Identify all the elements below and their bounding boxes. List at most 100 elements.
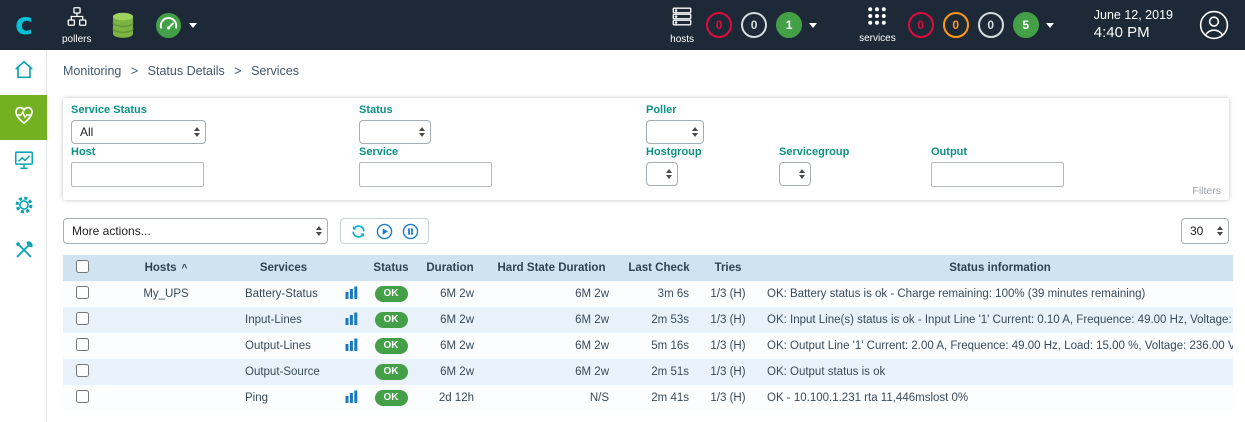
col-hosts[interactable]: Hosts^ [101,255,231,281]
host-status-counter[interactable]: 1 [776,12,802,38]
tries-cell: 1/3 (H) [699,281,757,307]
col-duration[interactable]: Duration [416,255,484,281]
host-name[interactable] [101,359,231,385]
host-status-counter[interactable]: 0 [741,12,767,38]
service-status-counter[interactable]: 0 [943,12,969,38]
filters-panel: Service Status All Status Poller Host Se… [63,98,1229,200]
output-label: Output [931,146,967,158]
status-select[interactable] [359,120,431,144]
services-menu[interactable]: services [859,6,896,44]
service-name[interactable]: Battery-Status [231,281,336,307]
host-input[interactable] [71,162,204,187]
row-checkbox[interactable] [76,338,89,351]
tries-cell: 1/3 (H) [699,333,757,359]
col-status-information[interactable]: Status information [757,255,1233,281]
page-size-value: 30 [1190,224,1203,238]
select-stepper-icon [1217,226,1223,236]
hard-state-duration-cell: N/S [484,385,619,411]
breadcrumb: Monitoring > Status Details > Services [63,64,1245,78]
duration-cell: 6M 2w [416,307,484,333]
sidebar [0,50,47,422]
service-status-counter[interactable]: 0 [908,12,934,38]
col-services[interactable]: Services [231,255,336,281]
hostgroup-select[interactable] [646,162,678,186]
breadcrumb-services[interactable]: Services [251,64,299,78]
service-name[interactable]: Ping [231,385,336,411]
refresh-icon[interactable] [350,223,367,240]
service-input[interactable] [359,162,492,187]
graph-icon[interactable] [345,286,358,299]
service-status-select[interactable]: All [71,120,206,144]
select-stepper-icon [194,127,200,137]
servicegroup-select[interactable] [779,162,811,186]
output-input[interactable] [931,162,1064,187]
sidebar-item-home[interactable] [0,50,47,95]
breadcrumb-monitoring[interactable]: Monitoring [63,64,121,78]
status-badge: OK [375,312,408,328]
chevron-down-icon[interactable] [189,23,197,28]
service-row: Output-Lines OK 6M 2w [63,333,1233,359]
pollers-status[interactable]: pollers [62,6,91,45]
graph-icon[interactable] [345,338,358,351]
host-name[interactable] [101,333,231,359]
service-name[interactable]: Input-Lines [231,307,336,333]
sidebar-item-administration[interactable] [0,230,47,275]
service-row: Ping OK 2d 12h N/ [63,385,1233,411]
services-chevron-down-icon[interactable] [1046,23,1054,28]
select-stepper-icon [316,226,322,236]
time-label: 4:40 PM [1094,23,1173,43]
service-status-counter[interactable]: 0 [978,12,1004,38]
status-badge: OK [375,390,408,406]
status-information-cell: OK: Battery status is ok - Charge remain… [757,281,1233,307]
status-label: Status [359,104,393,116]
row-checkbox[interactable] [76,312,89,325]
service-label: Service [359,146,398,158]
more-actions-select[interactable]: More actions... [63,218,328,244]
host-name[interactable]: My_UPS [101,281,231,307]
centreon-logo[interactable]: c [0,0,48,50]
sidebar-item-monitoring[interactable] [0,95,47,140]
page-size-select[interactable]: 30 [1181,218,1229,244]
pollers-label: pollers [62,34,91,45]
host-name[interactable] [101,385,231,411]
breadcrumb-status-details[interactable]: Status Details [148,64,225,78]
latency-status-icon[interactable] [155,12,197,39]
play-icon[interactable] [376,223,393,240]
col-last-check[interactable]: Last Check [619,255,699,281]
select-all-checkbox[interactable] [76,260,89,273]
select-stepper-icon [799,169,805,179]
pause-icon[interactable] [402,223,419,240]
database-status-icon[interactable] [111,12,135,39]
sidebar-item-reporting[interactable] [0,140,47,185]
hosts-status-block: hosts 0 0 1 [670,6,817,45]
col-status[interactable]: Status [366,255,416,281]
service-status-counter[interactable]: 5 [1013,12,1039,38]
servicegroup-label: Servicegroup [779,146,849,158]
sort-asc-icon: ^ [182,263,188,274]
hosts-menu[interactable]: hosts [670,6,694,45]
graph-icon[interactable] [345,312,358,325]
duration-cell: 6M 2w [416,359,484,385]
host-status-counter[interactable]: 0 [706,12,732,38]
hosts-chevron-down-icon[interactable] [809,23,817,28]
hard-state-duration-cell: 6M 2w [484,307,619,333]
services-icon [867,6,887,31]
tools-icon [13,239,35,266]
services-table: Hosts^ Services Status Duration Hard Sta… [63,255,1233,411]
select-stepper-icon [692,127,698,137]
host-name[interactable] [101,307,231,333]
row-checkbox[interactable] [76,390,89,403]
user-profile-icon[interactable] [1199,10,1229,40]
chart-board-icon [13,149,35,176]
poller-select[interactable] [646,120,704,144]
row-checkbox[interactable] [76,364,89,377]
sidebar-item-configuration[interactable] [0,185,47,230]
graph-icon[interactable] [345,390,358,403]
col-tries[interactable]: Tries [699,255,757,281]
row-checkbox[interactable] [76,286,89,299]
duration-cell: 6M 2w [416,333,484,359]
date-label: June 12, 2019 [1094,7,1173,23]
col-hard-state-duration[interactable]: Hard State Duration [484,255,619,281]
service-name[interactable]: Output-Source [231,359,336,385]
service-name[interactable]: Output-Lines [231,333,336,359]
